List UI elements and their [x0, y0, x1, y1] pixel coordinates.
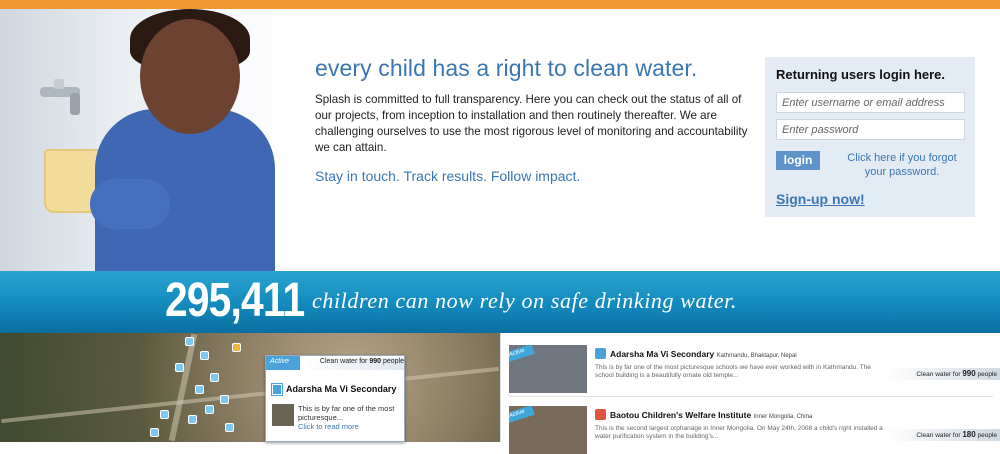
- project-title-text: Baotou Children's Welfare Institute: [610, 410, 752, 420]
- map-pin-icon[interactable]: [188, 415, 197, 424]
- child-arm-image: [90, 179, 170, 229]
- divider: [509, 396, 993, 397]
- map-pin-icon[interactable]: [195, 385, 204, 394]
- map-pin-icon[interactable]: [205, 405, 214, 414]
- forgot-password-link[interactable]: Click here if you forgot your password.: [837, 151, 967, 179]
- password-input[interactable]: [776, 119, 965, 140]
- popup-header-suffix: people: [381, 358, 404, 365]
- popup-header: Clean water for 990 people: [300, 358, 404, 370]
- project-location: Inner Mongolia, China: [753, 414, 813, 420]
- impact-banner: 295,411 children can now rely on safe dr…: [0, 271, 1000, 333]
- tag-prefix: Clean water for: [916, 371, 963, 378]
- top-accent-bar: [0, 0, 1000, 9]
- tag-prefix: Clean water for: [916, 432, 963, 439]
- signup-link[interactable]: Sign-up now!: [776, 191, 865, 207]
- tag-suffix: people: [975, 432, 997, 439]
- popup-title: Adarsha Ma Vi Secondary: [286, 384, 397, 394]
- project-impact-tag: Clean water for 180 people: [887, 429, 1000, 441]
- map-pin-icon[interactable]: [185, 337, 194, 346]
- hero-photo: [0, 9, 290, 271]
- project-type-icon: [595, 409, 606, 420]
- popup-thumbnail: [272, 404, 294, 426]
- page-headline: every child has a right to clean water.: [315, 55, 698, 81]
- tag-count: 990: [962, 369, 976, 378]
- project-status-badge: Active: [509, 345, 535, 363]
- project-description: This is the second largest orphanage in …: [595, 425, 883, 440]
- map-popup[interactable]: Active Clean water for 990 people Adarsh…: [265, 355, 405, 442]
- popup-description: This is by far one of the most picturesq…: [298, 404, 395, 422]
- project-type-icon: [595, 348, 606, 359]
- project-description: This is by far one of the most picturesq…: [595, 364, 871, 379]
- popup-header-count: 990: [369, 358, 382, 365]
- project-type-icon: [271, 383, 283, 396]
- project-title[interactable]: Baotou Children's Welfare Institute Inne…: [610, 410, 812, 420]
- login-panel: Returning users login here. login Click …: [765, 57, 975, 217]
- login-button[interactable]: login: [776, 151, 820, 170]
- popup-status-badge: Active: [266, 356, 300, 370]
- popup-read-more-link[interactable]: Click to read more: [298, 422, 359, 431]
- intro-content: every child has a right to clean water. …: [315, 55, 755, 184]
- children-count: 295,411: [165, 274, 305, 327]
- project-status-badge: Active: [509, 406, 535, 424]
- map-pin-icon[interactable]: [150, 428, 159, 437]
- map-pin-icon[interactable]: [225, 423, 234, 432]
- map-pin-icon[interactable]: [175, 363, 184, 372]
- banner-text: children can now rely on safe drinking w…: [312, 288, 737, 313]
- list-item[interactable]: Active Baotou Children's Welfare Institu…: [509, 400, 1000, 454]
- tagline: Stay in touch. Track results. Follow imp…: [315, 168, 581, 184]
- map-road: [168, 333, 198, 442]
- map-pin-icon[interactable]: [200, 351, 209, 360]
- faucet-icon: [40, 79, 80, 115]
- project-list: Active Adarsha Ma Vi Secondary Kathmandu…: [500, 333, 1000, 454]
- map-pin-icon[interactable]: [220, 395, 229, 404]
- map-pin-icon[interactable]: [210, 373, 219, 382]
- map-pin-icon[interactable]: [232, 343, 241, 352]
- project-map[interactable]: [0, 333, 500, 442]
- project-title[interactable]: Adarsha Ma Vi Secondary Kathmandu, Bhakt…: [610, 349, 797, 359]
- project-location: Kathmandu, Bhaktapur, Nepal: [716, 353, 797, 359]
- project-thumbnail: Active: [509, 345, 587, 393]
- popup-header-prefix: Clean water for: [319, 358, 370, 365]
- project-thumbnail: Active: [509, 406, 587, 454]
- child-face-image: [140, 19, 240, 134]
- intro-paragraph: Splash is committed to full transparency…: [315, 93, 748, 154]
- project-impact-tag: Clean water for 990 people: [887, 368, 1000, 380]
- tag-suffix: people: [975, 371, 997, 378]
- list-item[interactable]: Active Adarsha Ma Vi Secondary Kathmandu…: [509, 339, 1000, 393]
- login-title: Returning users login here.: [776, 67, 946, 82]
- map-road: [1, 366, 499, 424]
- map-pin-icon[interactable]: [160, 410, 169, 419]
- username-input[interactable]: [776, 92, 965, 113]
- tag-count: 180: [962, 430, 976, 439]
- project-title-text: Adarsha Ma Vi Secondary: [610, 349, 715, 359]
